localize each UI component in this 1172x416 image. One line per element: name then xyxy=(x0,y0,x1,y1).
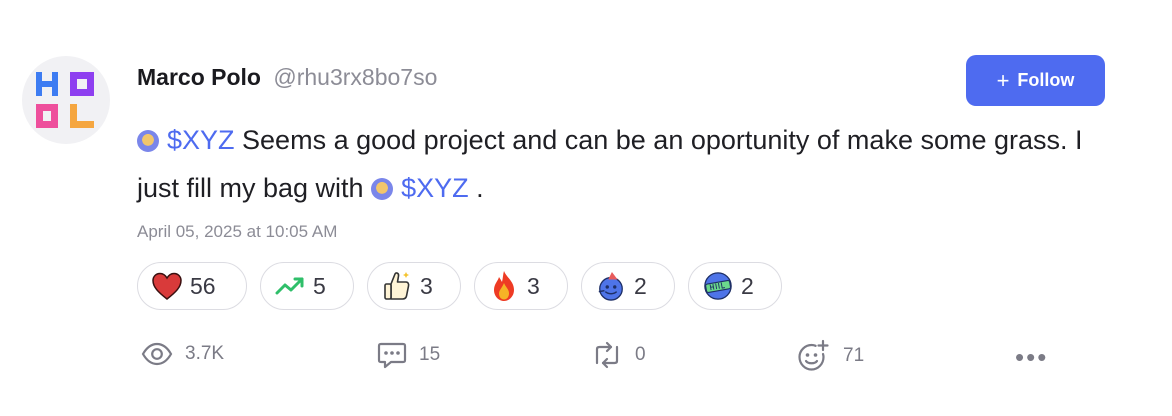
more-options-icon[interactable]: ••• xyxy=(1015,342,1048,373)
reaction-bar: 56 5 3 3 2 2 xyxy=(137,262,782,310)
follow-button[interactable]: + Follow xyxy=(966,55,1105,106)
views-count: 3.7K xyxy=(185,343,225,364)
post-body: $XYZ Seems a good project and can be an … xyxy=(137,116,1097,212)
reaction-heart[interactable]: 56 xyxy=(137,262,247,310)
action-bar: 3.7K 15 0 71 xyxy=(0,336,1172,380)
follow-label: Follow xyxy=(1017,70,1075,90)
reaction-trending[interactable]: 5 xyxy=(260,262,354,310)
author-handle[interactable]: @rhu3rx8bo7so xyxy=(273,64,437,90)
reaction-count: 5 xyxy=(313,272,326,299)
reaction-fire[interactable]: 3 xyxy=(474,262,568,310)
reaction-count: 56 xyxy=(190,272,216,299)
heart-icon xyxy=(152,271,182,301)
post-text-end: . xyxy=(468,173,484,203)
comments-count: 15 xyxy=(419,344,441,365)
reaction-count: 2 xyxy=(741,272,754,299)
reaction-party[interactable]: 2 xyxy=(581,262,675,310)
comment-button[interactable]: 15 xyxy=(377,340,440,370)
hodl-globe-icon xyxy=(703,271,733,301)
author-name[interactable]: Marco Polo xyxy=(137,64,261,90)
reactions-total: 71 xyxy=(843,345,865,366)
ticker-link[interactable]: $XYZ xyxy=(167,125,235,155)
trending-up-icon xyxy=(275,271,305,301)
fire-icon xyxy=(489,271,519,301)
reaction-hodl[interactable]: 2 xyxy=(688,262,782,310)
reaction-count: 3 xyxy=(527,272,540,299)
post-timestamp: April 05, 2025 at 10:05 AM xyxy=(137,222,338,241)
token-coin-icon xyxy=(137,130,159,152)
reposts-count: 0 xyxy=(635,344,646,365)
add-emoji-icon xyxy=(798,339,829,371)
plus-icon: + xyxy=(996,67,1010,93)
thumbs-up-icon xyxy=(382,271,412,301)
eye-icon xyxy=(141,342,173,366)
avatar[interactable] xyxy=(22,56,110,144)
ticker-link[interactable]: $XYZ xyxy=(401,173,469,203)
reaction-thumbs[interactable]: 3 xyxy=(367,262,461,310)
reaction-count: 3 xyxy=(420,272,433,299)
repost-button[interactable]: 0 xyxy=(591,341,646,369)
comment-icon xyxy=(377,342,407,369)
add-reaction-button[interactable]: 71 xyxy=(797,339,864,373)
views-action[interactable]: 3.7K xyxy=(141,342,224,366)
post-header: Marco Polo @rhu3rx8bo7so xyxy=(137,64,437,91)
token-coin-icon xyxy=(371,178,394,200)
party-face-icon xyxy=(596,271,626,301)
reaction-count: 2 xyxy=(634,272,647,299)
post-text: Seems a good project and can be an oport… xyxy=(137,125,1083,203)
repost-icon xyxy=(595,341,619,369)
hodl-logo xyxy=(36,72,94,128)
